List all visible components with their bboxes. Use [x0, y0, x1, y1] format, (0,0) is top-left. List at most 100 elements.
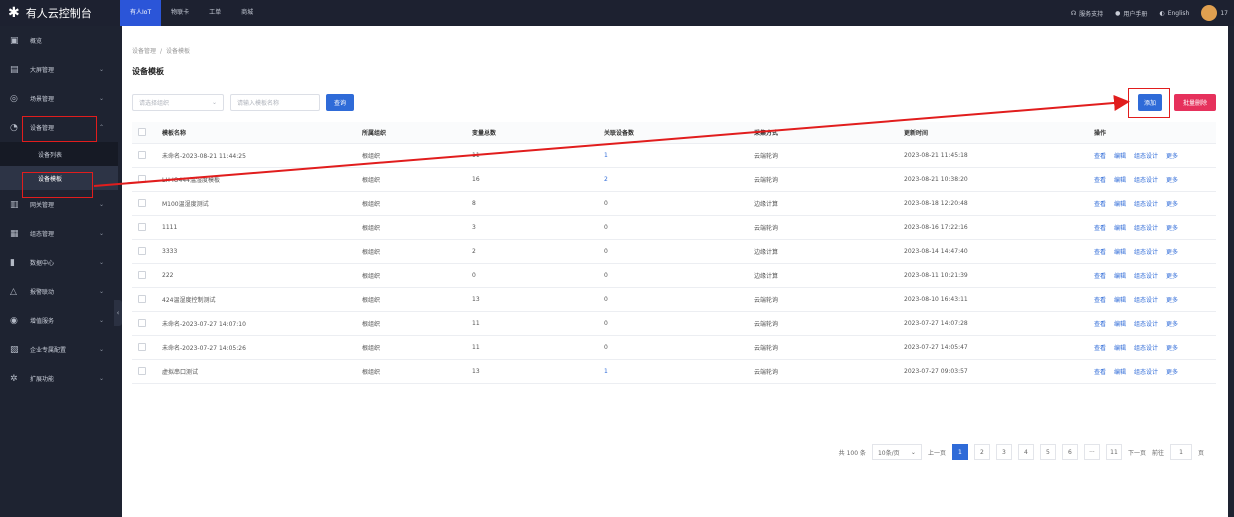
- sidebar-collapse-toggle[interactable]: ‹: [114, 300, 122, 326]
- page-4[interactable]: 4: [1017, 444, 1034, 460]
- view-link[interactable]: 查看: [1094, 319, 1106, 328]
- view-link[interactable]: 查看: [1094, 295, 1106, 304]
- page-size-select[interactable]: 10条/页 ⌄: [871, 444, 922, 460]
- search-button[interactable]: 查询: [326, 94, 354, 111]
- design-link[interactable]: 组态设计: [1134, 223, 1158, 232]
- cell-related-devices[interactable]: 1: [598, 368, 748, 375]
- top-nav-ticket[interactable]: 工单: [199, 0, 231, 26]
- edit-link[interactable]: 编辑: [1114, 319, 1126, 328]
- design-link[interactable]: 组态设计: [1134, 295, 1158, 304]
- sidebar-item-data[interactable]: ▮ 数据中心 ⌄: [0, 248, 118, 277]
- edit-link[interactable]: 编辑: [1114, 271, 1126, 280]
- page-ellipsis[interactable]: ···: [1083, 444, 1100, 460]
- sidebar-item-screen[interactable]: ▤ 大屏管理 ⌄: [0, 55, 118, 84]
- view-link[interactable]: 查看: [1094, 199, 1106, 208]
- cell-collect-mode: 云端轮询: [754, 369, 779, 376]
- more-link[interactable]: 更多: [1166, 271, 1178, 280]
- edit-link[interactable]: 编辑: [1114, 175, 1126, 184]
- org-select[interactable]: 请选择组织 ⌄: [132, 94, 224, 111]
- sidebar-item-extensions[interactable]: ✲ 扩展功能 ⌄: [0, 364, 118, 393]
- page-11[interactable]: 11: [1105, 444, 1122, 460]
- chevron-up-icon: ⌃: [98, 124, 104, 131]
- more-link[interactable]: 更多: [1166, 295, 1178, 304]
- design-link[interactable]: 组态设计: [1134, 319, 1158, 328]
- more-link[interactable]: 更多: [1166, 151, 1178, 160]
- batch-delete-button[interactable]: 批量删除: [1174, 94, 1216, 111]
- view-link[interactable]: 查看: [1094, 367, 1106, 376]
- row-checkbox[interactable]: [132, 198, 156, 209]
- more-link[interactable]: 更多: [1166, 247, 1178, 256]
- page-size-label: 10条/页: [877, 449, 900, 457]
- row-checkbox[interactable]: [132, 174, 156, 185]
- sidebar-item-overview[interactable]: ▣ 概览: [0, 26, 118, 55]
- edit-link[interactable]: 编辑: [1114, 367, 1126, 376]
- view-link[interactable]: 查看: [1094, 247, 1106, 256]
- cell-collect-mode: 边缘计算: [754, 201, 779, 208]
- design-link[interactable]: 组态设计: [1134, 151, 1158, 160]
- design-link[interactable]: 组态设计: [1134, 343, 1158, 352]
- edit-link[interactable]: 编辑: [1114, 223, 1126, 232]
- edit-link[interactable]: 编辑: [1114, 295, 1126, 304]
- support-link[interactable]: ☊ 服务支持: [1071, 9, 1103, 18]
- row-checkbox[interactable]: [132, 342, 156, 353]
- sidebar-item-value-added[interactable]: ◉ 增值服务 ⌄: [0, 306, 118, 335]
- more-link[interactable]: 更多: [1166, 367, 1178, 376]
- design-link[interactable]: 组态设计: [1134, 271, 1158, 280]
- view-link[interactable]: 查看: [1094, 151, 1106, 160]
- cell-related-devices[interactable]: 1: [598, 152, 748, 159]
- goto-page-input[interactable]: 1: [1169, 444, 1192, 460]
- design-link[interactable]: 组态设计: [1134, 175, 1158, 184]
- sidebar-item-enterprise[interactable]: ▧ 企业专属配置 ⌄: [0, 335, 118, 364]
- edit-link[interactable]: 编辑: [1114, 343, 1126, 352]
- page-1[interactable]: 1: [951, 444, 968, 460]
- more-link[interactable]: 更多: [1166, 175, 1178, 184]
- page-3[interactable]: 3: [995, 444, 1012, 460]
- view-link[interactable]: 查看: [1094, 343, 1106, 352]
- more-link[interactable]: 更多: [1166, 199, 1178, 208]
- location-icon: ●: [1115, 9, 1121, 17]
- sidebar-item-scene[interactable]: ◎ 场景管理 ⌄: [0, 84, 118, 113]
- row-checkbox[interactable]: [132, 150, 156, 161]
- row-checkbox[interactable]: [132, 246, 156, 257]
- row-checkbox[interactable]: [132, 294, 156, 305]
- manual-link[interactable]: ● 用户手册: [1115, 9, 1147, 18]
- prev-page-button[interactable]: 上一页: [928, 448, 946, 457]
- sidebar-item-config[interactable]: ▦ 组态管理 ⌄: [0, 219, 118, 248]
- chevron-down-icon: ⌄: [98, 317, 104, 324]
- view-link[interactable]: 查看: [1094, 223, 1106, 232]
- page-2[interactable]: 2: [973, 444, 990, 460]
- top-nav-mall[interactable]: 商城: [231, 0, 263, 26]
- sidebar-item-label: 数据中心: [30, 260, 55, 267]
- page-5[interactable]: 5: [1039, 444, 1056, 460]
- brand[interactable]: ✱ 有人云控制台: [0, 0, 120, 26]
- view-link[interactable]: 查看: [1094, 271, 1106, 280]
- edit-link[interactable]: 编辑: [1114, 151, 1126, 160]
- view-link[interactable]: 查看: [1094, 175, 1106, 184]
- language-switch[interactable]: ◐ English: [1159, 10, 1189, 17]
- page-6[interactable]: 6: [1061, 444, 1078, 460]
- row-checkbox[interactable]: [132, 318, 156, 329]
- row-checkbox[interactable]: [132, 366, 156, 377]
- table-row: 424温湿度控制测试 根组织 13 0 云端轮询 2023-08-10 16:43:11 查…: [132, 288, 1216, 312]
- top-nav-iot-card[interactable]: 物联卡: [161, 0, 199, 26]
- select-all-checkbox[interactable]: [132, 127, 156, 138]
- next-page-button[interactable]: 下一页: [1128, 448, 1146, 457]
- cell-related-devices[interactable]: 2: [598, 176, 748, 183]
- design-link[interactable]: 组态设计: [1134, 199, 1158, 208]
- template-name-input[interactable]: 请输入模板名称: [230, 94, 320, 111]
- design-link[interactable]: 组态设计: [1134, 247, 1158, 256]
- more-link[interactable]: 更多: [1166, 343, 1178, 352]
- more-link[interactable]: 更多: [1166, 223, 1178, 232]
- design-link[interactable]: 组态设计: [1134, 367, 1158, 376]
- sidebar-item-device-list[interactable]: 设备列表: [0, 142, 118, 166]
- more-link[interactable]: 更多: [1166, 319, 1178, 328]
- row-checkbox[interactable]: [132, 222, 156, 233]
- sidebar-item-alarm[interactable]: △ 报警联动 ⌄: [0, 277, 118, 306]
- edit-link[interactable]: 编辑: [1114, 199, 1126, 208]
- user-menu[interactable]: 17: [1201, 5, 1228, 21]
- row-checkbox[interactable]: [132, 270, 156, 281]
- breadcrumb-device-management[interactable]: 设备管理: [132, 48, 156, 55]
- edit-link[interactable]: 编辑: [1114, 247, 1126, 256]
- top-nav-iot[interactable]: 有人IoT: [120, 0, 162, 26]
- cell-collect-mode: 云端轮询: [754, 297, 779, 304]
